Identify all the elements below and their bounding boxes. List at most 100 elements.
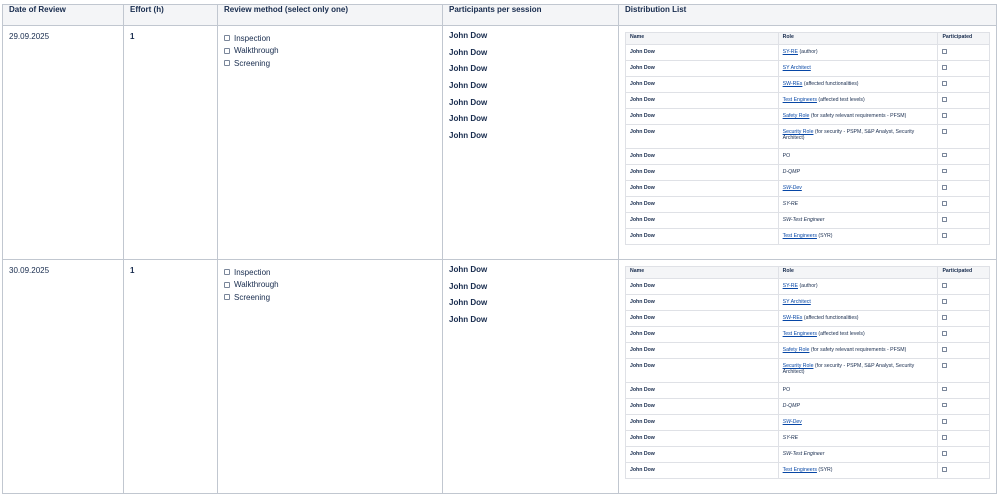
- participated-cell: [937, 381, 990, 399]
- method-label: Inspection: [234, 267, 271, 277]
- role-text: (for safety relevant requirements - PFSM…: [809, 347, 907, 354]
- participated-cell: [937, 43, 990, 62]
- participated-checkbox[interactable]: [942, 152, 947, 158]
- role-link[interactable]: SY-RE: [783, 49, 798, 55]
- role-text: (SYR): [816, 233, 833, 240]
- role-link[interactable]: Test Engineers: [783, 331, 817, 337]
- role-link[interactable]: Safety Role: [783, 113, 810, 119]
- checkbox[interactable]: [224, 294, 230, 301]
- participated-checkbox[interactable]: [942, 363, 947, 368]
- participant-name: John Dow: [449, 265, 488, 274]
- participated-checkbox[interactable]: [942, 451, 947, 456]
- participant-name: John Dow: [449, 97, 488, 107]
- review-method-option[interactable]: Screening: [224, 291, 436, 304]
- header-effort: Effort (h): [123, 4, 218, 26]
- participated-checkbox[interactable]: [942, 81, 947, 86]
- review-method-cell: Inspection Walkthrough Screening: [217, 25, 443, 260]
- review-method-option[interactable]: Inspection: [224, 266, 436, 279]
- distribution-row: John Dow D-QMP: [625, 163, 990, 182]
- participated-cell: [937, 277, 990, 296]
- role-link[interactable]: Test Engineers: [783, 467, 817, 473]
- role-link[interactable]: SY-RE: [783, 283, 798, 289]
- member-name: John Dow: [625, 358, 779, 383]
- checkbox[interactable]: [224, 269, 230, 276]
- role-link[interactable]: Safety Role: [783, 347, 810, 353]
- role-text: PO: [782, 152, 791, 159]
- participated-checkbox[interactable]: [942, 347, 947, 352]
- member-role: Test Engineers (affected test levels): [777, 92, 939, 110]
- participated-checkbox[interactable]: [942, 65, 947, 70]
- participated-checkbox[interactable]: [942, 217, 947, 222]
- checkbox[interactable]: [224, 281, 230, 288]
- role-text: D-QMP: [782, 402, 800, 409]
- participated-checkbox[interactable]: [942, 201, 947, 206]
- role-link[interactable]: SW-REs: [783, 315, 803, 321]
- member-role: SY Architect: [777, 294, 939, 312]
- member-role: D-QMP: [777, 397, 939, 416]
- member-name: John Dow: [625, 124, 779, 149]
- participated-checkbox[interactable]: [942, 233, 947, 238]
- participated-checkbox[interactable]: [942, 435, 947, 440]
- participants-cell: John Dow John Dow John Dow John Dow: [442, 259, 619, 494]
- role-link[interactable]: Test Engineers: [783, 97, 817, 103]
- role-link[interactable]: SW-Dev: [783, 185, 802, 191]
- participated-cell: [937, 163, 990, 182]
- participated-checkbox[interactable]: [942, 419, 947, 424]
- participant-name: John Dow: [449, 31, 488, 40]
- participated-checkbox[interactable]: [942, 49, 947, 54]
- participated-checkbox[interactable]: [942, 467, 947, 472]
- review-method-cell: Inspection Walkthrough Screening: [217, 259, 443, 494]
- participated-checkbox[interactable]: [942, 299, 947, 304]
- session-row: 30.09.2025 1 Inspection Walkthrough Screenin…: [2, 259, 997, 494]
- checkbox[interactable]: [224, 47, 230, 54]
- participated-checkbox[interactable]: [942, 129, 947, 134]
- member-name: John Dow: [625, 342, 779, 360]
- member-name: John Dow: [625, 60, 779, 78]
- participated-checkbox[interactable]: [942, 402, 947, 408]
- participated-checkbox[interactable]: [942, 168, 947, 174]
- dist-header-role: Role: [777, 266, 939, 279]
- participated-checkbox[interactable]: [942, 185, 947, 190]
- participated-checkbox[interactable]: [942, 113, 947, 118]
- participated-cell: [937, 430, 990, 448]
- distribution-cell: Name Role Participated John Dow SY-RE (autho…: [618, 259, 997, 494]
- role-link[interactable]: SW-Dev: [783, 419, 802, 425]
- member-role: SW-Test Engineer: [777, 212, 939, 230]
- participated-cell: [937, 228, 990, 246]
- member-role: Security Role (for security - PSPM, S&P …: [777, 124, 939, 149]
- review-method-option[interactable]: Walkthrough: [224, 279, 436, 292]
- role-text: (affected test levels): [816, 97, 865, 104]
- role-link[interactable]: SY Architect: [783, 299, 811, 305]
- role-text: (author): [798, 283, 818, 289]
- role-link[interactable]: SW-REs: [783, 81, 803, 87]
- participant-name: John Dow: [449, 47, 488, 57]
- role-link[interactable]: Test Engineers: [783, 233, 817, 239]
- member-role: SY-RE: [777, 196, 939, 214]
- member-name: John Dow: [625, 430, 779, 448]
- header-participants: Participants per session: [442, 4, 619, 26]
- review-method-option[interactable]: Walkthrough: [224, 45, 436, 58]
- distribution-row: John Dow SY-RE (author): [625, 277, 990, 296]
- participated-checkbox[interactable]: [942, 283, 947, 288]
- distribution-cell: Name Role Participated John Dow SY-RE (autho…: [618, 25, 997, 260]
- review-method-option[interactable]: Inspection: [224, 32, 436, 45]
- participant-name: John Dow: [449, 64, 488, 74]
- review-method-option[interactable]: Screening: [224, 57, 436, 70]
- member-name: John Dow: [625, 196, 779, 214]
- participated-checkbox[interactable]: [942, 97, 947, 102]
- member-role: SW-Test Engineer: [777, 446, 939, 464]
- member-name: John Dow: [625, 180, 779, 198]
- dist-header-name: Name: [625, 32, 779, 45]
- role-link[interactable]: SY Architect: [783, 65, 811, 71]
- member-role: SW-REs (affected functionalities): [777, 76, 939, 94]
- participated-checkbox[interactable]: [942, 331, 947, 336]
- participated-checkbox[interactable]: [942, 386, 947, 392]
- member-role: SW-REs (affected functionalities): [777, 310, 939, 328]
- checkbox[interactable]: [224, 35, 230, 42]
- participated-checkbox[interactable]: [942, 315, 947, 320]
- member-role: SW-Dev: [777, 180, 939, 198]
- distribution-row: John Dow SY-RE (author): [625, 43, 990, 62]
- distribution-row: John Dow Safety Role (for safety relevant…: [625, 108, 990, 126]
- distribution-row: John Dow Security Role (for security - PS…: [625, 124, 990, 149]
- checkbox[interactable]: [224, 60, 230, 67]
